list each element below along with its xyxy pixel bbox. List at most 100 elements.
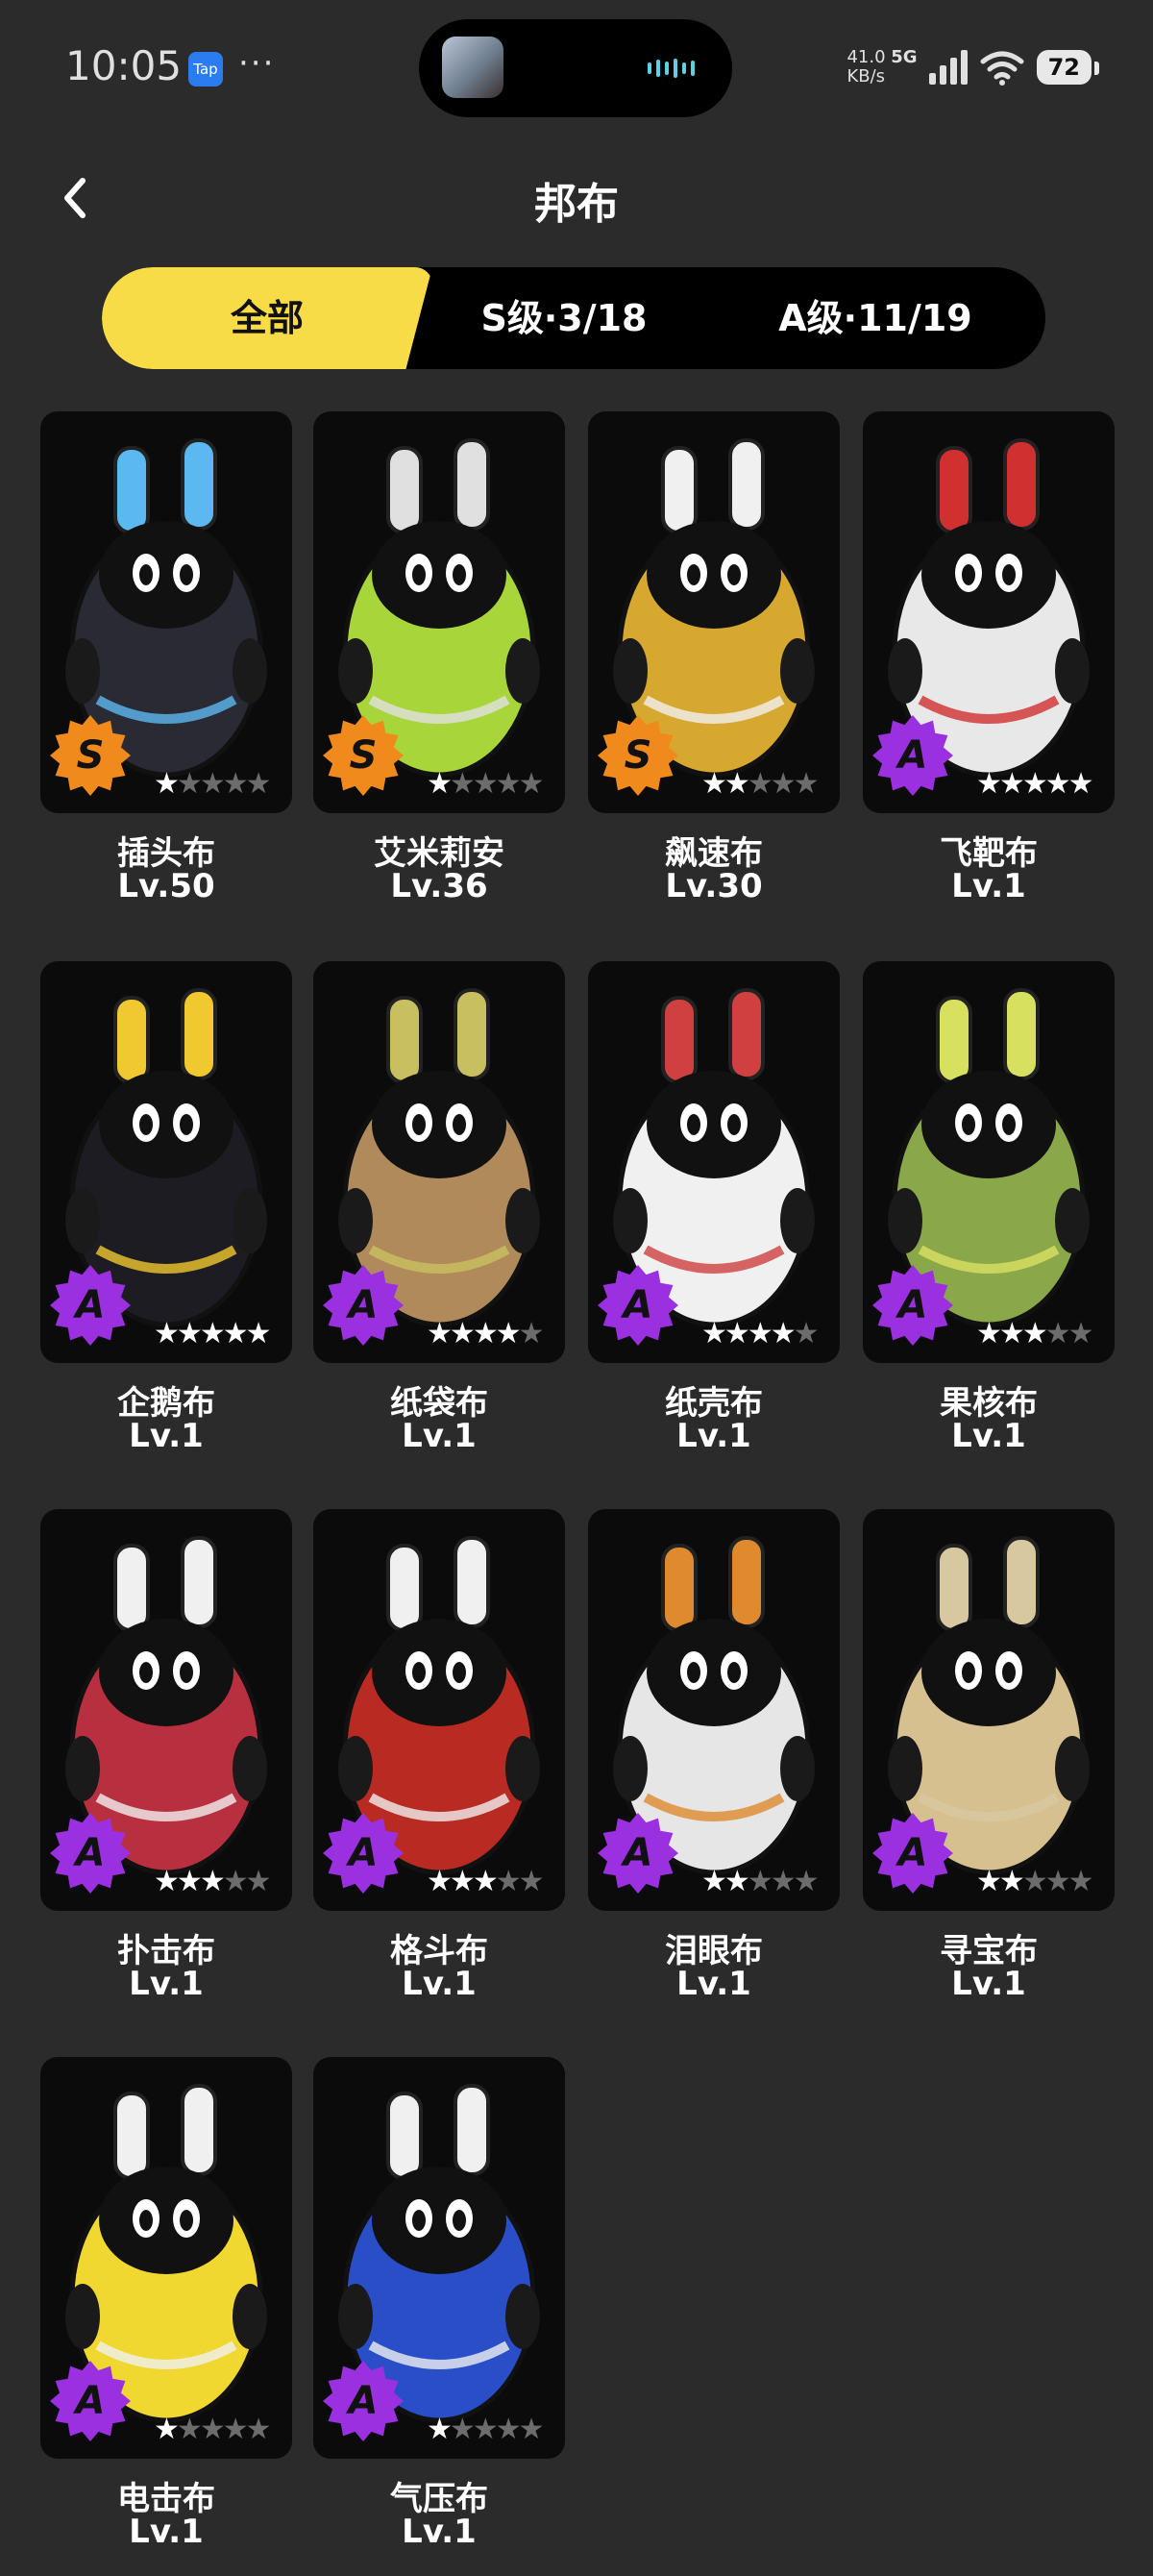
star-filled-icon: ★ <box>154 1865 180 1898</box>
grade-badge-icon: S <box>50 715 131 796</box>
star-empty-icon: ★ <box>245 2413 272 2446</box>
star-filled-icon: ★ <box>154 2413 180 2446</box>
star-filled-icon: ★ <box>472 1317 499 1350</box>
bangboo-card[interactable]: A ★★★★★ 企鹅布 Lv.1 <box>40 961 292 1480</box>
star-filled-icon: ★ <box>154 1317 180 1350</box>
bangboo-portrait: S ★★★★★ <box>588 411 840 813</box>
star-empty-icon: ★ <box>176 2413 203 2446</box>
back-chevron-icon[interactable] <box>52 169 102 227</box>
grade-badge-icon: A <box>50 2361 131 2441</box>
grade-letter: S <box>349 733 378 778</box>
network-speed: 41.0 5G KB/s <box>846 48 917 87</box>
grade-badge-icon: S <box>323 715 404 796</box>
star-rating: ★★★★★ <box>701 767 820 801</box>
star-filled-icon: ★ <box>724 767 750 801</box>
dynamic-island[interactable] <box>419 19 732 117</box>
bangboo-level: Lv.1 <box>402 1965 477 2003</box>
bangboo-level: Lv.1 <box>402 1417 477 1455</box>
star-empty-icon: ★ <box>495 2413 522 2446</box>
grade-letter: S <box>76 733 105 778</box>
star-filled-icon: ★ <box>976 767 1002 801</box>
grade-badge-icon: A <box>323 1265 404 1346</box>
star-empty-icon: ★ <box>245 767 272 801</box>
bangboo-portrait: A ★★★★★ <box>588 1509 840 1911</box>
star-filled-icon: ★ <box>998 1865 1025 1898</box>
star-filled-icon: ★ <box>747 1317 773 1350</box>
bangboo-portrait: A ★★★★★ <box>863 961 1115 1363</box>
star-filled-icon: ★ <box>472 1865 499 1898</box>
bangboo-card[interactable]: S ★★★★★ 飙速布 Lv.30 <box>588 411 840 930</box>
star-empty-icon: ★ <box>1021 1865 1048 1898</box>
star-empty-icon: ★ <box>245 1865 272 1898</box>
bangboo-card[interactable]: A ★★★★★ 果核布 Lv.1 <box>863 961 1115 1480</box>
bangboo-card[interactable]: A ★★★★★ 扑击布 Lv.1 <box>40 1509 292 2028</box>
bangboo-card[interactable]: A ★★★★★ 泪眼布 Lv.1 <box>588 1509 840 2028</box>
star-filled-icon: ★ <box>701 1865 727 1898</box>
star-empty-icon: ★ <box>518 1317 545 1350</box>
bangboo-card[interactable]: A ★★★★★ 纸袋布 Lv.1 <box>313 961 565 1480</box>
bangboo-card[interactable]: A ★★★★★ 气压布 Lv.1 <box>313 2057 565 2576</box>
tab-a-grade[interactable]: A级·11/19 <box>717 267 1034 369</box>
star-filled-icon: ★ <box>427 2413 453 2446</box>
star-filled-icon: ★ <box>1067 767 1094 801</box>
star-rating: ★★★★★ <box>427 2413 545 2446</box>
bangboo-level: Lv.1 <box>951 867 1026 905</box>
bangboo-portrait: A ★★★★★ <box>40 1509 292 1911</box>
star-empty-icon: ★ <box>495 767 522 801</box>
star-filled-icon: ★ <box>199 1865 226 1898</box>
bangboo-card[interactable]: S ★★★★★ 插头布 Lv.50 <box>40 411 292 930</box>
wifi-icon <box>980 51 1024 86</box>
star-filled-icon: ★ <box>176 1865 203 1898</box>
star-filled-icon: ★ <box>976 1865 1002 1898</box>
bangboo-card[interactable]: A ★★★★★ 电击布 Lv.1 <box>40 2057 292 2576</box>
grade-badge-icon: A <box>323 1813 404 1894</box>
bangboo-portrait: A ★★★★★ <box>313 2057 565 2459</box>
bangboo-card[interactable]: A ★★★★★ 格斗布 Lv.1 <box>313 1509 565 2028</box>
tap-app-icon: Tap <box>188 52 223 87</box>
star-filled-icon: ★ <box>1021 767 1048 801</box>
grade-letter: A <box>623 1831 653 1875</box>
star-rating: ★★★★★ <box>976 1865 1094 1898</box>
grade-letter: A <box>897 1831 928 1875</box>
bangboo-portrait: A ★★★★★ <box>40 2057 292 2459</box>
star-filled-icon: ★ <box>701 1317 727 1350</box>
bangboo-portrait: A ★★★★★ <box>863 1509 1115 1911</box>
star-empty-icon: ★ <box>222 1865 249 1898</box>
star-empty-icon: ★ <box>1067 1865 1094 1898</box>
star-empty-icon: ★ <box>770 1865 797 1898</box>
grade-badge-icon: A <box>598 1813 678 1894</box>
star-filled-icon: ★ <box>449 1865 476 1898</box>
star-empty-icon: ★ <box>176 767 203 801</box>
star-rating: ★★★★★ <box>154 1865 272 1898</box>
grade-badge-icon: A <box>323 2361 404 2441</box>
more-notifications-icon: ··· <box>238 44 276 83</box>
star-empty-icon: ★ <box>518 2413 545 2446</box>
star-empty-icon: ★ <box>199 767 226 801</box>
star-empty-icon: ★ <box>495 1865 522 1898</box>
star-rating: ★★★★★ <box>701 1317 820 1350</box>
star-empty-icon: ★ <box>1044 1865 1071 1898</box>
star-empty-icon: ★ <box>770 767 797 801</box>
grade-filter-tabs: 全部 S级·3/18 A级·11/19 <box>102 267 1045 369</box>
star-empty-icon: ★ <box>518 767 545 801</box>
bangboo-level: Lv.36 <box>390 867 488 905</box>
grade-letter: A <box>897 1283 928 1327</box>
bangboo-card[interactable]: A ★★★★★ 飞靶布 Lv.1 <box>863 411 1115 930</box>
grade-badge-icon: A <box>50 1813 131 1894</box>
tab-all[interactable]: 全部 <box>102 267 432 369</box>
bangboo-card[interactable]: S ★★★★★ 艾米莉安 Lv.36 <box>313 411 565 930</box>
star-filled-icon: ★ <box>427 1865 453 1898</box>
bangboo-card[interactable]: A ★★★★★ 寻宝布 Lv.1 <box>863 1509 1115 2028</box>
star-filled-icon: ★ <box>199 1317 226 1350</box>
grade-badge-icon: A <box>872 1265 953 1346</box>
net-speed-unit: KB/s <box>846 66 886 87</box>
star-empty-icon: ★ <box>518 1865 545 1898</box>
bangboo-card[interactable]: A ★★★★★ 纸壳布 Lv.1 <box>588 961 840 1480</box>
star-rating: ★★★★★ <box>154 767 272 801</box>
grade-badge-icon: A <box>872 715 953 796</box>
bangboo-level: Lv.1 <box>129 1417 204 1455</box>
tab-s-grade[interactable]: S级·3/18 <box>415 267 713 369</box>
star-filled-icon: ★ <box>976 1317 1002 1350</box>
star-filled-icon: ★ <box>770 1317 797 1350</box>
grade-letter: A <box>75 1831 106 1875</box>
